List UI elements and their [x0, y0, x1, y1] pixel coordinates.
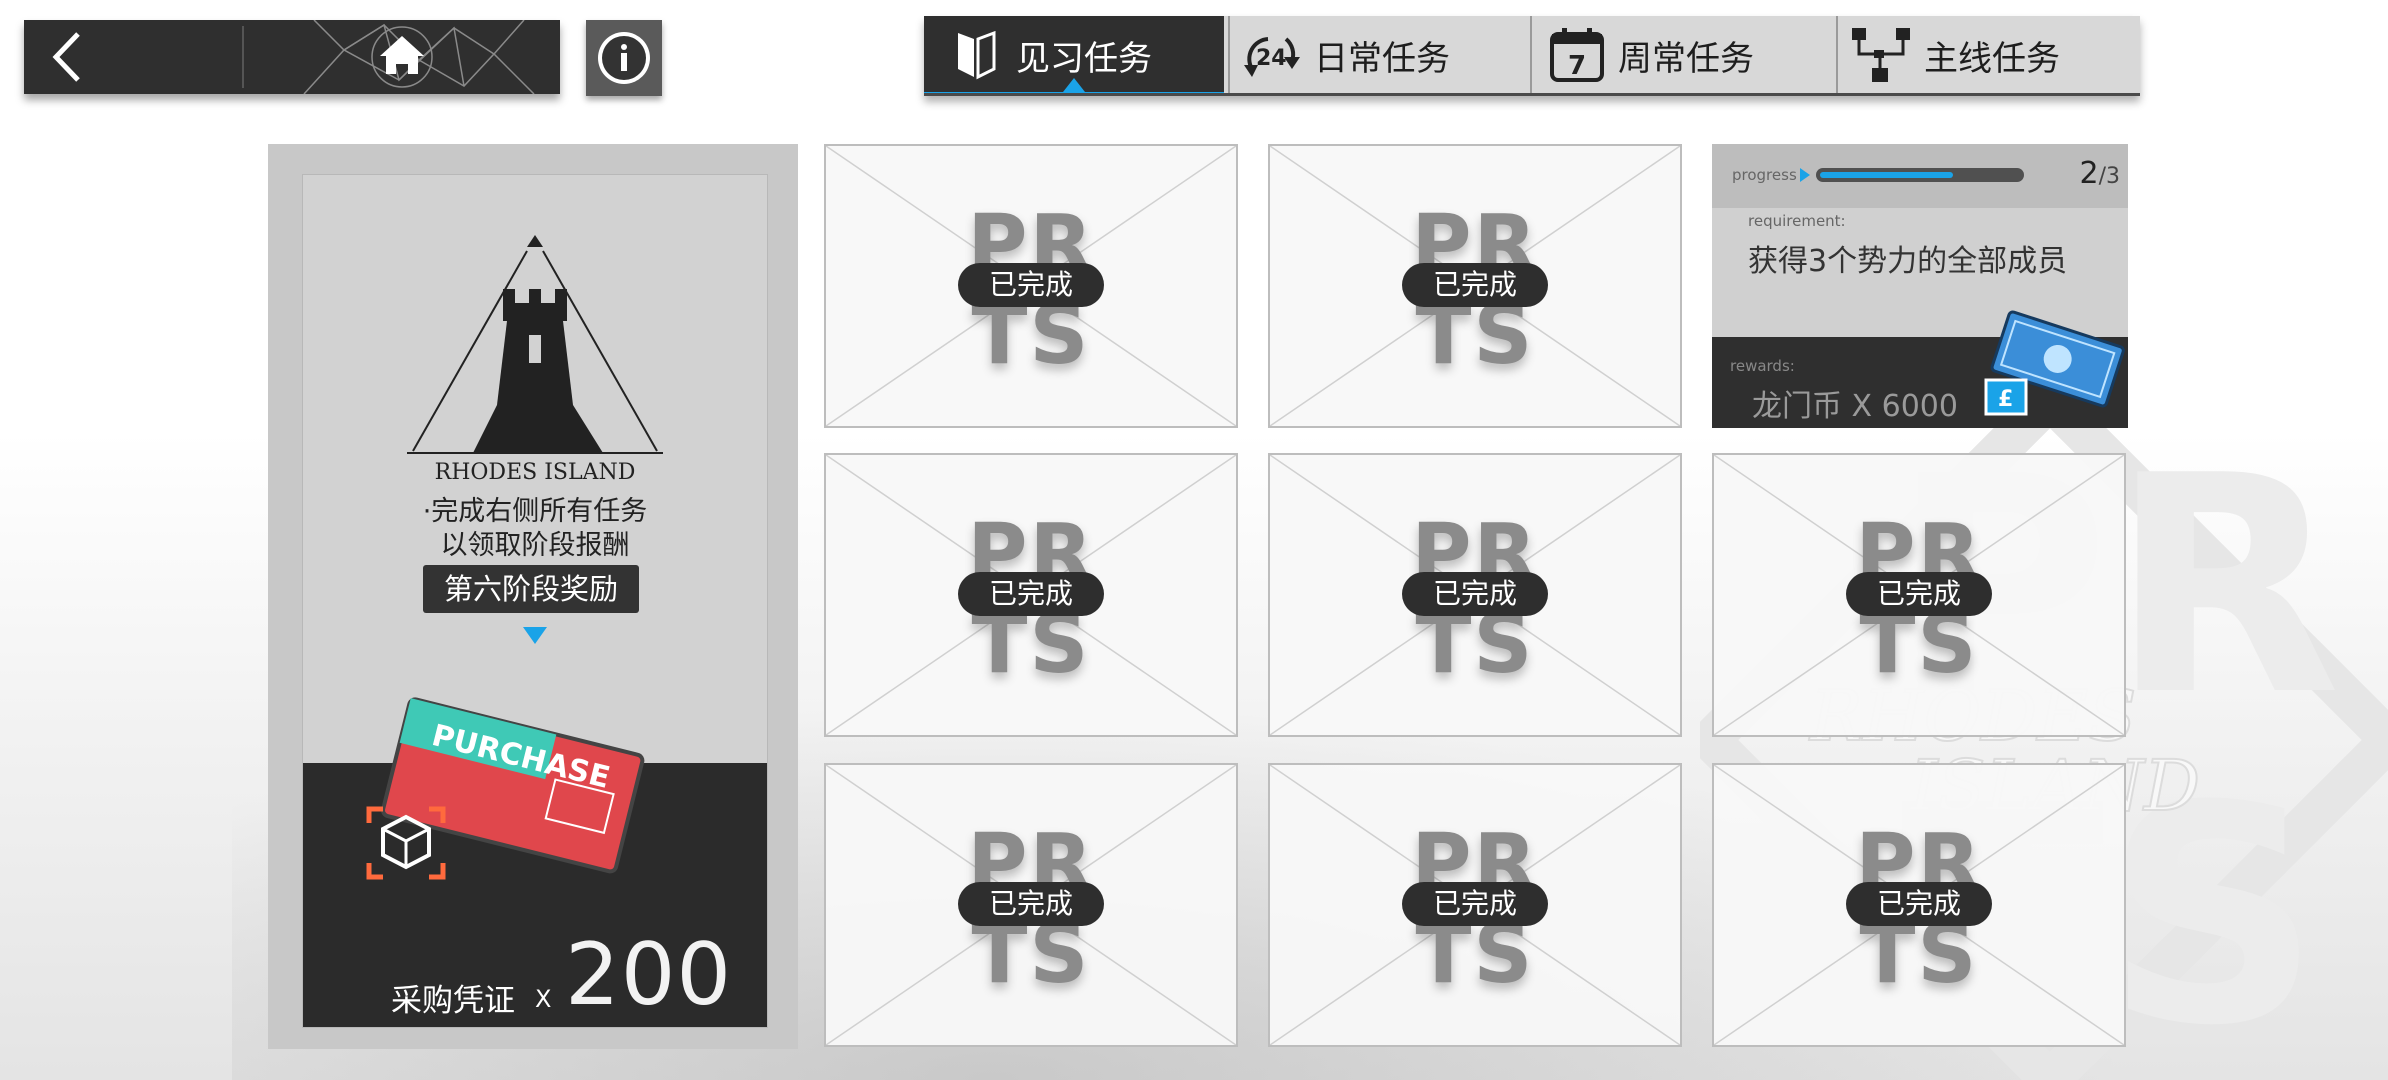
mission-card-completed[interactable]: PR TS 已完成 — [824, 763, 1238, 1047]
mission-card-completed[interactable]: PR TS 已完成 — [1712, 763, 2126, 1047]
tab-label: 主线任务 — [1924, 38, 2060, 79]
down-arrow-icon — [523, 627, 547, 644]
requirement-label: requirement: — [1748, 212, 1846, 230]
tab-weekly-missions[interactable]: 7 周常任务 — [1532, 16, 1832, 94]
stage-reward-multiplier: X — [535, 985, 552, 1013]
mission-card-active[interactable]: progress 2/3 requirement: 获得3个势力的全部成员 re… — [1712, 144, 2128, 428]
progress-fill — [1820, 172, 1953, 178]
mission-card-completed[interactable]: PR TS 已完成 — [1268, 453, 1682, 737]
rewards-label: rewards: — [1730, 357, 1795, 375]
stage-reward-badge: 第六阶段奖励 — [423, 565, 639, 613]
info-button[interactable] — [586, 20, 662, 96]
tab-main-missions[interactable]: 主线任务 — [1838, 16, 2140, 94]
progress-label: progress — [1732, 166, 1797, 184]
progress-total: /3 — [2098, 164, 2120, 189]
hierarchy-icon — [1852, 28, 1910, 82]
stage-reward-inner: RHODES ISLAND ·完成右侧所有任务 以领取阶段报酬 第六阶段奖励 P… — [302, 174, 768, 1028]
active-tab-caret — [1063, 78, 1085, 92]
tab-trainee-missions[interactable]: 见习任务 — [924, 16, 1224, 96]
svg-text:24: 24 — [1256, 46, 1287, 71]
requirement-text: 获得3个势力的全部成员 — [1748, 244, 2068, 279]
stage-reward-box[interactable]: PURCHASE 采购凭证 X 200 — [303, 697, 767, 1027]
mission-card-completed[interactable]: PR TS 已完成 — [1268, 763, 1682, 1047]
stage-desc-line1: ·完成右侧所有任务 — [422, 496, 648, 527]
completed-badge: 已完成 — [1846, 572, 1992, 616]
progress-current: 2 — [2079, 156, 2099, 191]
stage-description: ·完成右侧所有任务 以领取阶段报酬 — [303, 495, 767, 563]
completed-badge: 已完成 — [958, 263, 1104, 307]
info-icon — [598, 32, 650, 84]
progress-arrow-icon — [1800, 168, 1810, 182]
home-icon — [303, 20, 535, 94]
home-button[interactable] — [244, 20, 560, 94]
svg-text:7: 7 — [1568, 51, 1586, 81]
completed-badge: 已完成 — [1402, 882, 1548, 926]
completed-badge: 已完成 — [958, 882, 1104, 926]
completed-badge: 已完成 — [958, 572, 1104, 616]
tabs-bottom-border — [924, 93, 2140, 96]
rewards-text: 龙门币 X 6000 — [1752, 389, 1958, 424]
back-button[interactable] — [24, 20, 242, 94]
progress-bar — [1816, 168, 2024, 182]
tab-label: 见习任务 — [1016, 38, 1152, 79]
completed-badge: 已完成 — [1846, 882, 1992, 926]
tab-label: 周常任务 — [1618, 38, 1754, 79]
completed-badge: 已完成 — [1402, 572, 1548, 616]
tab-daily-missions[interactable]: 24 日常任务 — [1230, 16, 1526, 94]
stage-reward-name: 采购凭证 — [391, 983, 515, 1019]
mission-card-completed[interactable]: PR TS 已完成 — [1712, 453, 2126, 737]
daily-24h-icon: 24 — [1244, 37, 1300, 77]
lmd-ticket-icon: £ — [1984, 310, 2125, 416]
trainee-flag-icon — [958, 30, 996, 80]
stage-reward-panel: RHODES ISLAND ·完成右侧所有任务 以领取阶段报酬 第六阶段奖励 P… — [268, 144, 798, 1049]
mission-card-completed[interactable]: PR TS 已完成 — [1268, 144, 1682, 428]
rhodes-island-logo-text: RHODES ISLAND — [435, 460, 636, 485]
progress-header: progress 2/3 — [1712, 144, 2128, 208]
completed-badge: 已完成 — [1402, 263, 1548, 307]
mission-tabs: 见习任务 24 日常任务 7 周常任务 主线任务 — [924, 16, 2140, 96]
progress-value: 2/3 — [2079, 156, 2120, 191]
mission-card-completed[interactable]: PR TS 已完成 — [824, 144, 1238, 428]
top-nav-bar — [24, 20, 560, 94]
stage-desc-line2: 以领取阶段报酬 — [440, 530, 630, 561]
rhodes-island-tower-logo: RHODES ISLAND — [407, 235, 663, 485]
purchase-certificate-icon: PURCHASE — [366, 697, 645, 880]
mission-card-completed[interactable]: PR TS 已完成 — [824, 453, 1238, 737]
svg-text:£: £ — [1998, 387, 2013, 412]
chevron-left-icon — [52, 32, 80, 82]
calendar-7-icon: 7 — [1550, 28, 1604, 82]
stage-reward-count: 200 — [565, 925, 733, 1025]
tab-label: 日常任务 — [1314, 38, 1450, 79]
